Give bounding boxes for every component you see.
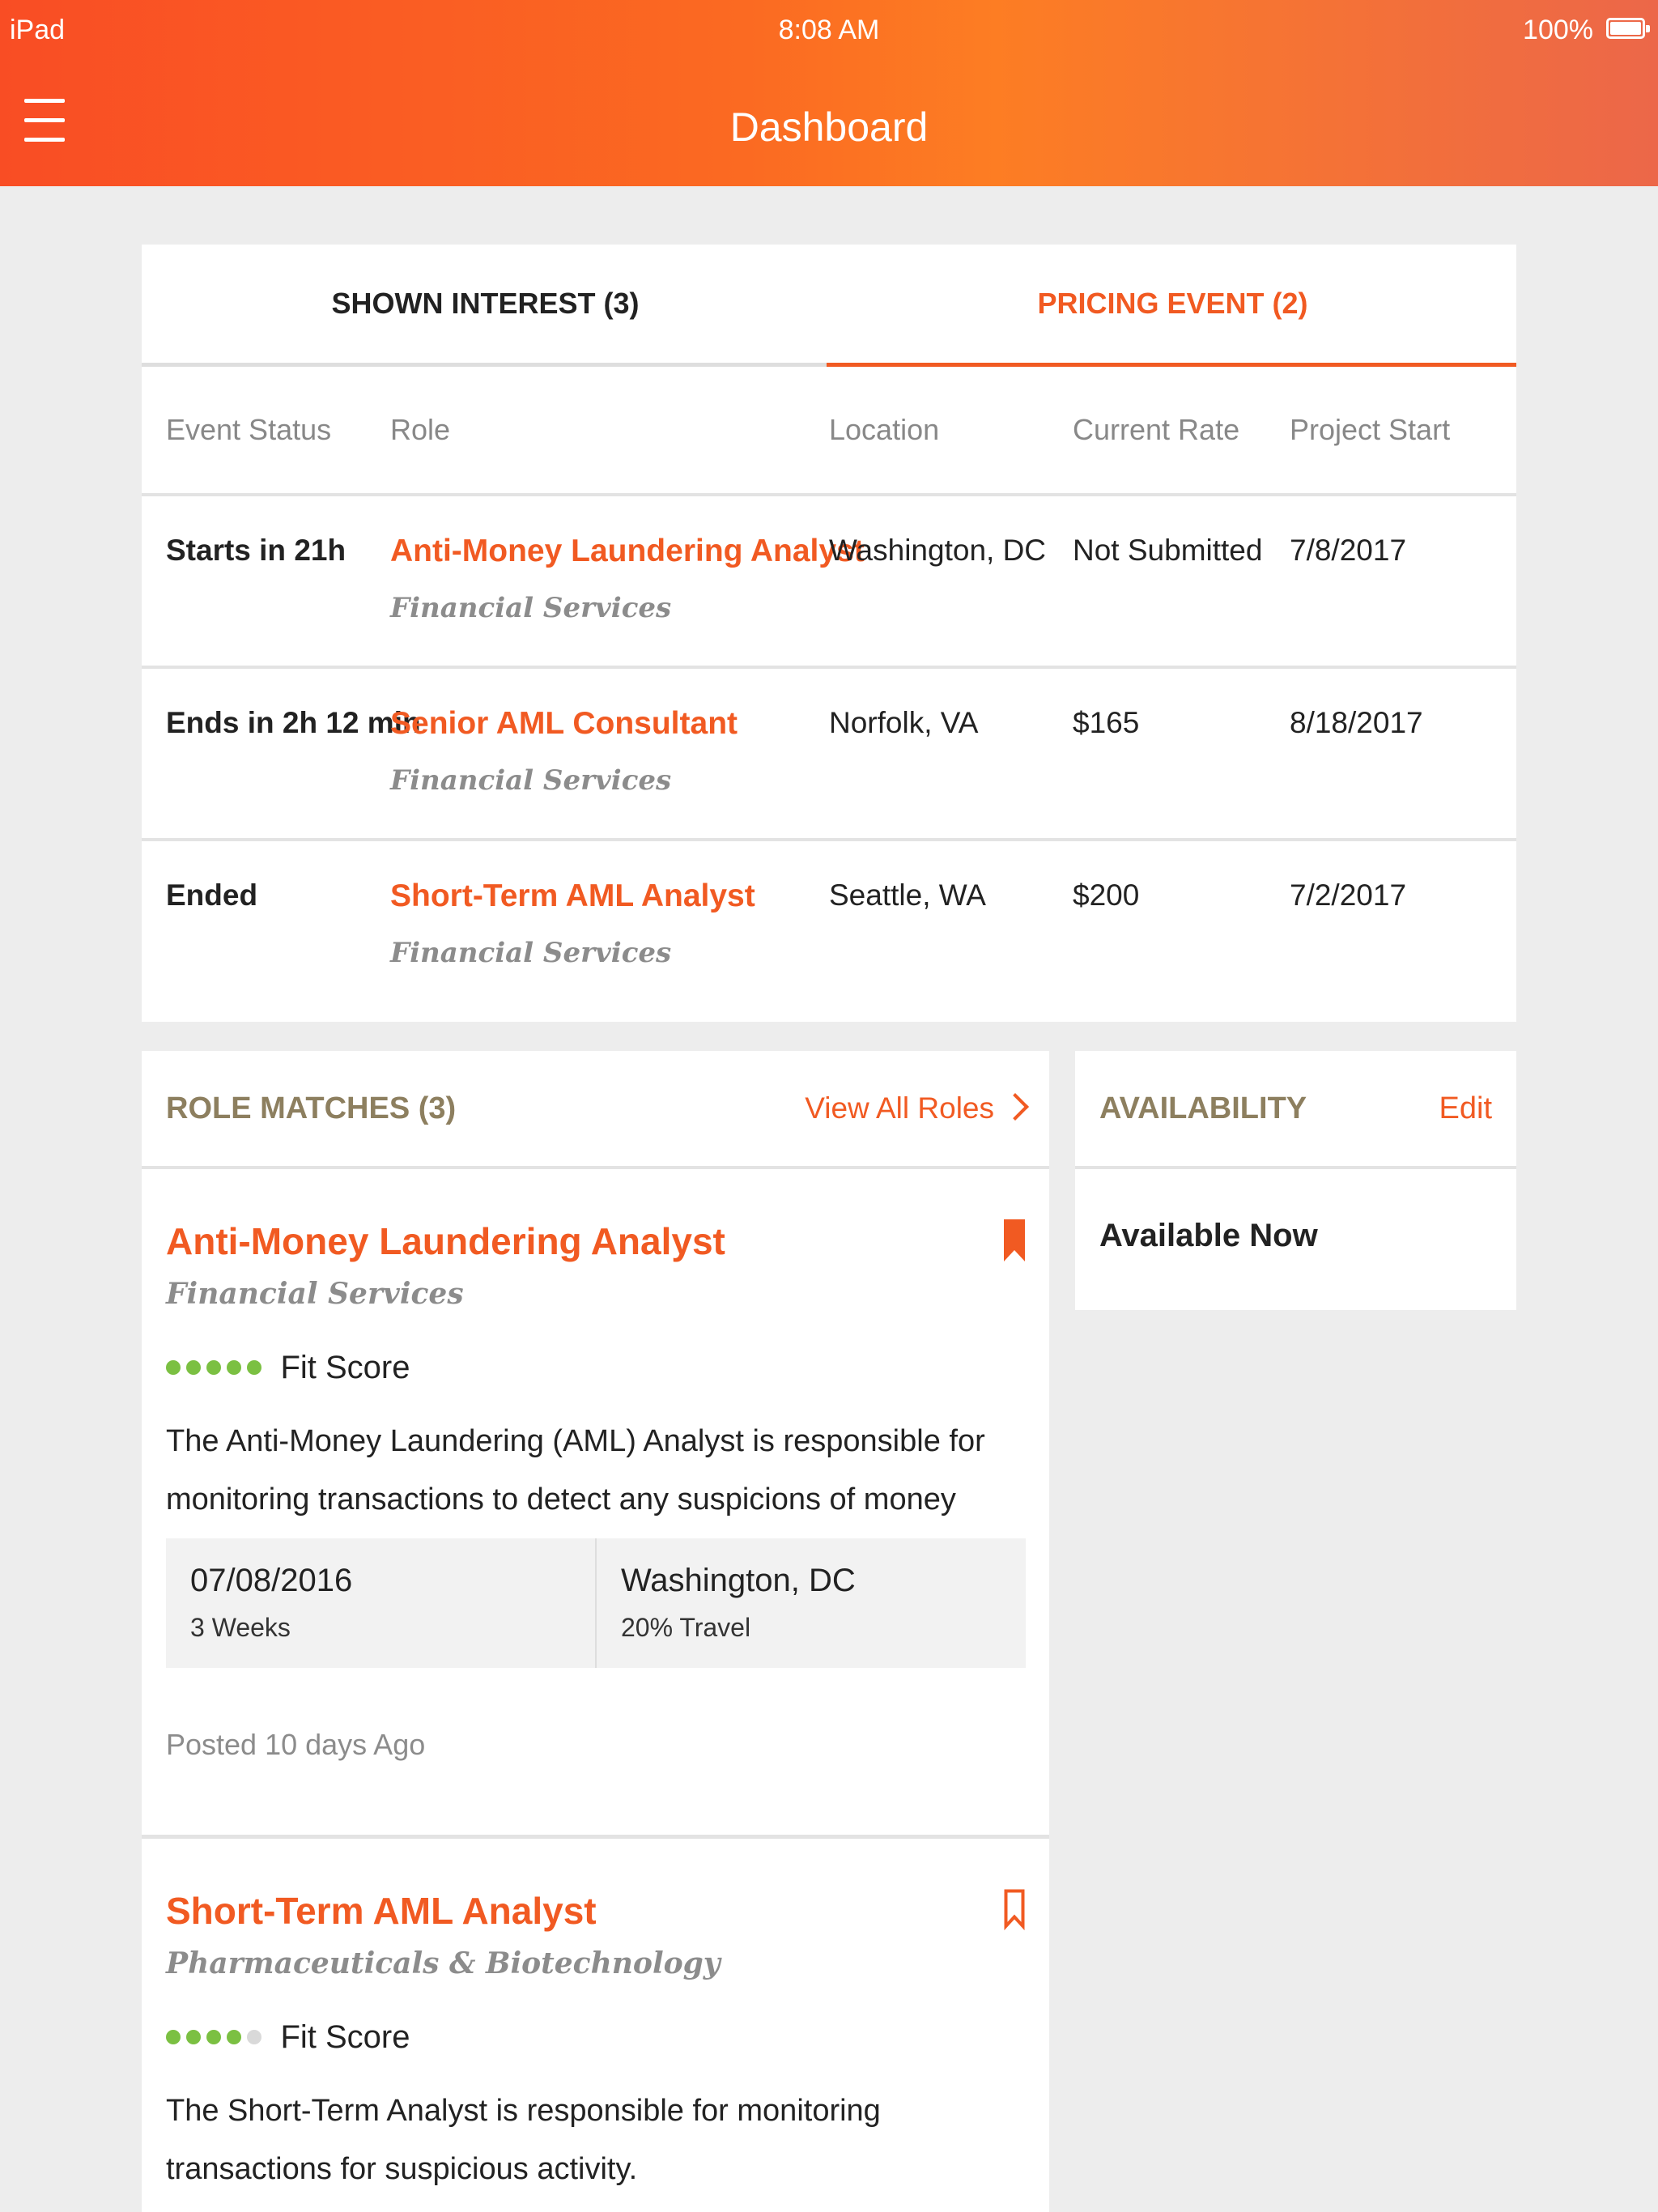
event-status: Starts in 21h (166, 534, 346, 567)
project-start: 7/8/2017 (1290, 534, 1407, 567)
job-title[interactable]: Anti-Money Laundering Analyst (166, 1219, 725, 1263)
app-header: iPad 8:08 AM 100% Dashboard (0, 0, 1658, 186)
job-location-box: Washington, DC 20% Travel (597, 1538, 1026, 1668)
fit-dot-filled (186, 1359, 201, 1375)
current-rate: Not Submitted (1073, 534, 1263, 567)
fit-dot-filled (206, 1359, 221, 1375)
page-title: Dashboard (729, 104, 929, 150)
job-location: Washington, DC (621, 1563, 856, 1598)
role-link[interactable]: Senior AML Consultant (390, 706, 738, 742)
view-all-roles-label: View All Roles (805, 1091, 994, 1125)
column-header-current-rate: Current Rate (1073, 413, 1240, 446)
table-row[interactable]: Ended Short-Term AML Analyst Financial S… (142, 841, 1516, 1010)
table-row[interactable]: Starts in 21h Anti-Money Laundering Anal… (142, 496, 1516, 669)
edit-availability-link[interactable]: Edit (1439, 1051, 1492, 1166)
role-industry: Financial Services (390, 937, 672, 969)
availability-header: AVAILABILITY Edit (1075, 1051, 1516, 1169)
posted-date: Posted 10 days Ago (166, 1728, 426, 1761)
fit-dot-filled (166, 1359, 181, 1375)
role-industry: Financial Services (390, 592, 672, 624)
pricing-events-card: SHOWN INTEREST (3) PRICING EVENT (2) Eve… (142, 245, 1516, 1022)
fit-score: Fit Score (166, 1347, 410, 1388)
availability-title: AVAILABILITY (1099, 1091, 1307, 1125)
column-header-role: Role (390, 413, 451, 446)
current-rate: $200 (1073, 878, 1140, 912)
bookmark-outline-icon[interactable] (1004, 1889, 1025, 1931)
fit-dot-filled (247, 1359, 261, 1375)
fit-dot-empty (247, 2029, 261, 2044)
project-start: 7/2/2017 (1290, 878, 1407, 912)
job-card[interactable]: Anti-Money Laundering Analyst Financial … (142, 1169, 1049, 1839)
fit-score-dots (166, 1347, 267, 1388)
status-bar: iPad 8:08 AM 100% (0, 0, 1658, 65)
availability-card: AVAILABILITY Edit Available Now (1075, 1051, 1516, 1310)
role-link[interactable]: Anti-Money Laundering Analyst (390, 534, 865, 569)
view-all-roles-link[interactable]: View All Roles (805, 1051, 1029, 1166)
job-description: The Short-Term Analyst is responsible fo… (166, 2094, 881, 2186)
fit-dot-filled (227, 1359, 241, 1375)
role-matches-card: ROLE MATCHES (3) View All Roles Anti-Mon… (142, 1051, 1049, 2212)
column-header-event-status: Event Status (166, 413, 332, 446)
event-status: Ended (166, 878, 258, 912)
battery-icon (1606, 18, 1650, 39)
job-start-date: 07/08/2016 (190, 1563, 353, 1598)
role-matches-header: ROLE MATCHES (3) View All Roles (142, 1051, 1049, 1169)
job-industry: Pharmaceuticals & Biotechnology (166, 1946, 721, 1980)
chevron-right-icon (1001, 1093, 1029, 1121)
table-row[interactable]: Ends in 2h 12 min Senior AML Consultant … (142, 669, 1516, 841)
availability-status: Available Now (1099, 1218, 1318, 1253)
location: Washington, DC (829, 534, 1047, 567)
role-industry: Financial Services (390, 764, 672, 797)
column-header-location: Location (829, 413, 940, 446)
tab-shown-interest[interactable]: SHOWN INTEREST (3) (142, 245, 829, 363)
fit-dot-filled (227, 2029, 241, 2044)
job-title[interactable]: Short-Term AML Analyst (166, 1889, 597, 1933)
fit-score: Fit Score (166, 2017, 410, 2057)
job-industry: Financial Services (166, 1277, 464, 1311)
job-date-box: 07/08/2016 3 Weeks (166, 1538, 597, 1668)
bookmark-filled-icon[interactable] (1004, 1219, 1025, 1261)
status-battery: 100% (1523, 15, 1593, 45)
job-travel: 20% Travel (621, 1613, 751, 1642)
project-start: 8/18/2017 (1290, 706, 1423, 739)
column-header-project-start: Project Start (1290, 413, 1451, 446)
location: Norfolk, VA (829, 706, 979, 739)
job-duration: 3 Weeks (190, 1613, 291, 1642)
fit-dot-filled (206, 2029, 221, 2044)
role-matches-title: ROLE MATCHES (3) (166, 1091, 457, 1125)
table-header: Event Status Role Location Current Rate … (142, 367, 1516, 496)
status-time: 8:08 AM (778, 15, 880, 45)
fit-score-label: Fit Score (280, 2019, 410, 2055)
job-card[interactable]: Short-Term AML Analyst Pharmaceuticals &… (142, 1839, 1049, 2212)
tab-bar: SHOWN INTEREST (3) PRICING EVENT (2) (142, 245, 1516, 367)
fit-dot-filled (186, 2029, 201, 2044)
fit-score-dots (166, 2017, 267, 2057)
fit-score-label: Fit Score (280, 1350, 410, 1385)
current-rate: $165 (1073, 706, 1140, 739)
tab-pricing-event[interactable]: PRICING EVENT (2) (829, 245, 1516, 363)
role-link[interactable]: Short-Term AML Analyst (390, 878, 755, 914)
location: Seattle, WA (829, 878, 986, 912)
event-status: Ends in 2h 12 min (166, 706, 421, 739)
job-details: 07/08/2016 3 Weeks Washington, DC 20% Tr… (166, 1538, 1026, 1668)
fit-dot-filled (166, 2029, 181, 2044)
